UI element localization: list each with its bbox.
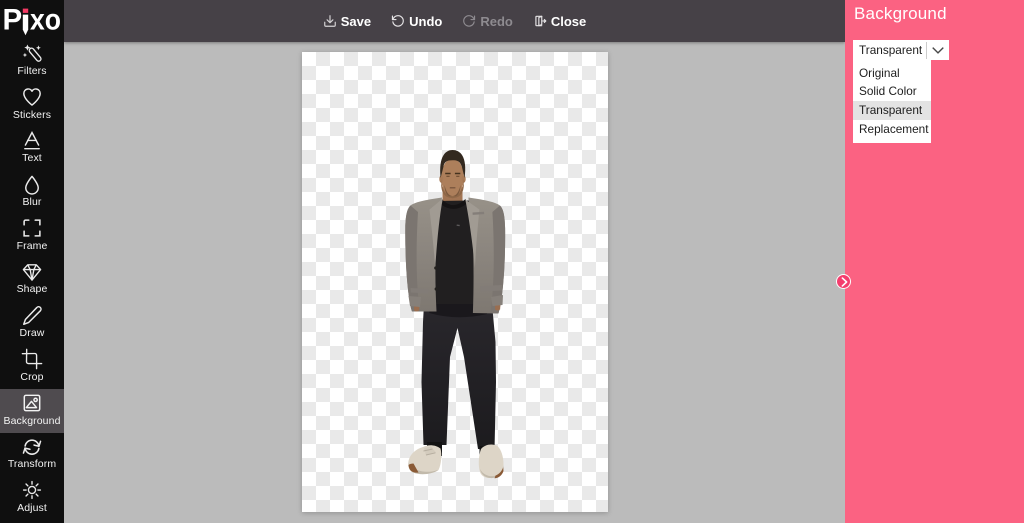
svg-text:P: P — [3, 3, 23, 36]
svg-text:xo: xo — [30, 3, 61, 36]
